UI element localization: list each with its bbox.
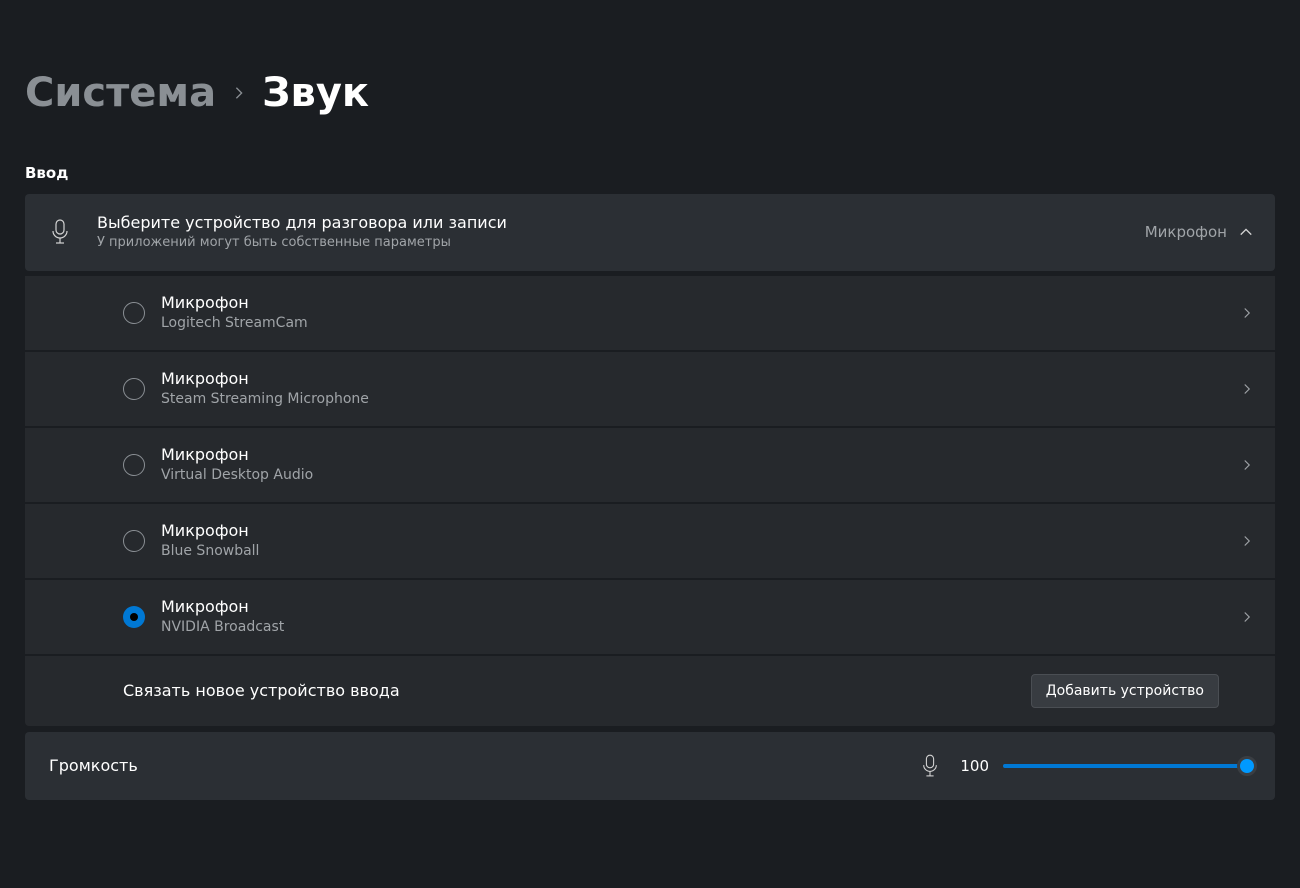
breadcrumb-current: Звук xyxy=(262,70,369,116)
microphone-icon xyxy=(47,219,73,245)
input-device-row[interactable]: МикрофонSteam Streaming Microphone xyxy=(25,350,1275,426)
input-device-header-text: Выберите устройство для разговора или за… xyxy=(97,212,1145,253)
chevron-right-icon xyxy=(1241,459,1253,471)
device-title: Микрофон xyxy=(161,292,1241,314)
device-text: МикрофонSteam Streaming Microphone xyxy=(161,368,1241,410)
chevron-right-icon xyxy=(1241,535,1253,547)
radio-button[interactable] xyxy=(123,530,145,552)
radio-button[interactable] xyxy=(123,302,145,324)
radio-button[interactable] xyxy=(123,606,145,628)
chevron-right-icon xyxy=(1241,383,1253,395)
device-text: МикрофонLogitech StreamCam xyxy=(161,292,1241,334)
add-device-label: Связать новое устройство ввода xyxy=(123,681,1031,700)
device-text: МикрофонBlue Snowball xyxy=(161,520,1241,562)
device-subtitle: Blue Snowball xyxy=(161,542,1241,562)
device-title: Микрофон xyxy=(161,368,1241,390)
radio-button[interactable] xyxy=(123,454,145,476)
chevron-right-icon xyxy=(1241,307,1253,319)
volume-label: Громкость xyxy=(49,756,921,775)
device-title: Микрофон xyxy=(161,596,1241,618)
input-device-header-subtitle: У приложений могут быть собственные пара… xyxy=(97,234,1145,252)
device-subtitle: NVIDIA Broadcast xyxy=(161,618,1241,638)
breadcrumb-parent-link[interactable]: Система xyxy=(25,70,216,116)
volume-slider[interactable] xyxy=(1003,764,1251,768)
device-subtitle: Logitech StreamCam xyxy=(161,314,1241,334)
device-subtitle: Steam Streaming Microphone xyxy=(161,390,1241,410)
input-device-selected-value: Микрофон xyxy=(1145,223,1227,241)
input-device-header-title: Выберите устройство для разговора или за… xyxy=(97,212,1145,234)
input-device-row[interactable]: МикрофонBlue Snowball xyxy=(25,502,1275,578)
add-device-button[interactable]: Добавить устройство xyxy=(1031,674,1219,708)
input-device-header[interactable]: Выберите устройство для разговора или за… xyxy=(25,194,1275,271)
chevron-right-icon xyxy=(232,86,246,100)
device-title: Микрофон xyxy=(161,520,1241,542)
device-text: МикрофонNVIDIA Broadcast xyxy=(161,596,1241,638)
device-text: МикрофонVirtual Desktop Audio xyxy=(161,444,1241,486)
breadcrumb: Система Звук xyxy=(25,70,1275,116)
input-device-row[interactable]: МикрофонNVIDIA Broadcast xyxy=(25,578,1275,654)
volume-card: Громкость 100 xyxy=(25,732,1275,800)
input-device-list: МикрофонLogitech StreamCamМикрофонSteam … xyxy=(25,274,1275,654)
chevron-up-icon xyxy=(1239,225,1253,239)
radio-button[interactable] xyxy=(123,378,145,400)
input-device-row[interactable]: МикрофонLogitech StreamCam xyxy=(25,274,1275,350)
section-label-input: Ввод xyxy=(25,164,1275,182)
chevron-right-icon xyxy=(1241,611,1253,623)
microphone-icon[interactable] xyxy=(921,754,939,778)
volume-value: 100 xyxy=(957,757,989,775)
input-device-row[interactable]: МикрофонVirtual Desktop Audio xyxy=(25,426,1275,502)
device-title: Микрофон xyxy=(161,444,1241,466)
add-device-row: Связать новое устройство ввода Добавить … xyxy=(25,654,1275,726)
device-subtitle: Virtual Desktop Audio xyxy=(161,466,1241,486)
volume-slider-thumb[interactable] xyxy=(1237,756,1257,776)
